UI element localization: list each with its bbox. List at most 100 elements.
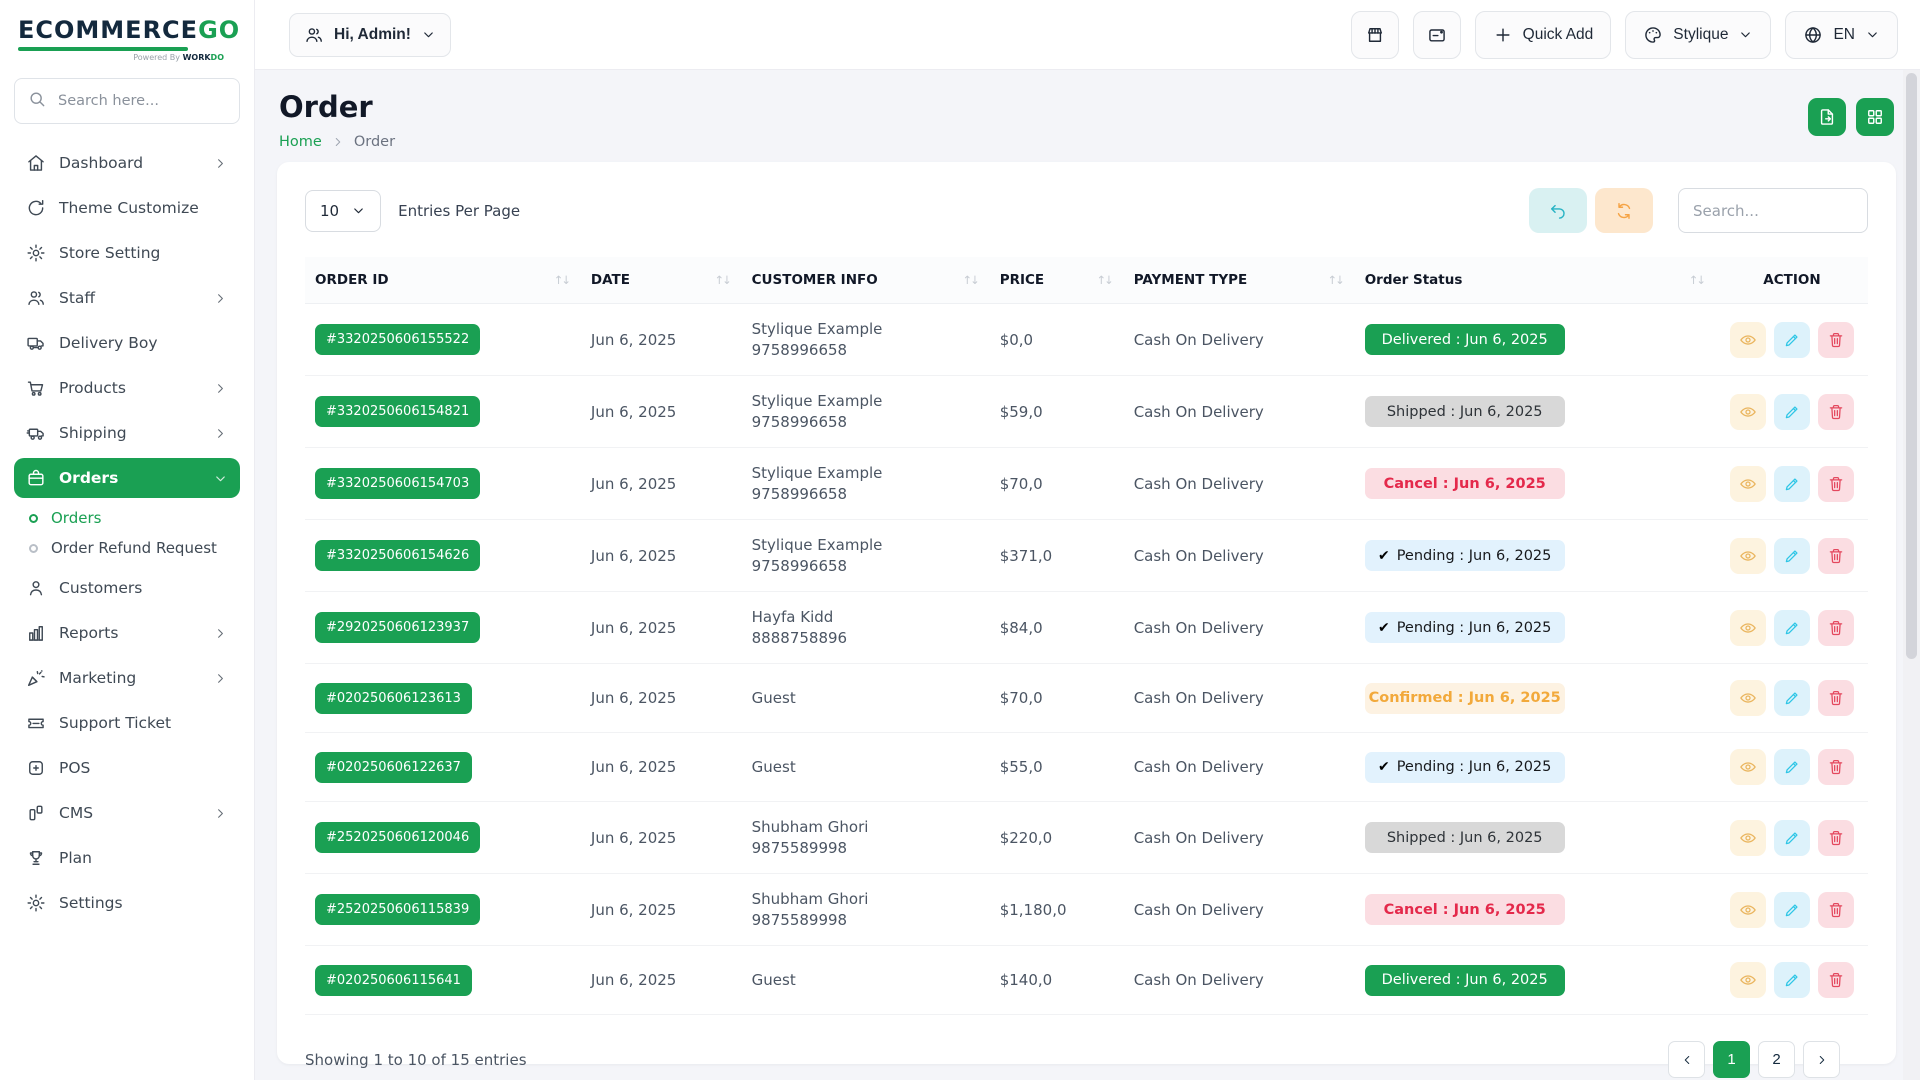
order-date: Jun 6, 2025 (581, 520, 742, 592)
sort-icon[interactable]: ↑↓ (962, 273, 979, 287)
sidebar-search-input[interactable] (56, 92, 227, 110)
page-button-1[interactable]: 1 (1713, 1041, 1750, 1078)
refresh-button[interactable] (1595, 188, 1653, 233)
entries-per-page-select[interactable]: 10 (305, 190, 381, 232)
sidebar-item-orders[interactable]: Orders (14, 458, 240, 498)
edit-button[interactable] (1774, 680, 1810, 716)
delete-button[interactable] (1818, 394, 1854, 430)
sort-icon[interactable]: ↑↓ (1689, 273, 1706, 287)
storefront-button[interactable] (1351, 11, 1399, 59)
sidebar-item-marketing[interactable]: Marketing (14, 658, 240, 698)
staff-icon (26, 288, 46, 308)
language-selector-button[interactable]: EN (1785, 11, 1898, 59)
edit-button[interactable] (1774, 892, 1810, 928)
view-button[interactable] (1730, 680, 1766, 716)
order-id-badge[interactable]: #2520250606120046 (315, 822, 480, 853)
sort-icon[interactable]: ↑↓ (554, 273, 571, 287)
brand-logo[interactable]: ECOMMERCEGO Powered By WORKDO (12, 14, 242, 62)
order-id-badge[interactable]: #3320250606154821 (315, 396, 480, 427)
storefront-icon (1365, 25, 1385, 45)
theme-selector-button[interactable]: Stylique (1625, 11, 1771, 59)
delete-button[interactable] (1818, 322, 1854, 358)
delete-button[interactable] (1818, 962, 1854, 998)
order-date: Jun 6, 2025 (581, 946, 742, 1015)
view-button[interactable] (1730, 466, 1766, 502)
sidebar-item-support-ticket[interactable]: Support Ticket (14, 703, 240, 743)
view-button[interactable] (1730, 892, 1766, 928)
order-id-badge[interactable]: #020250606123613 (315, 683, 472, 714)
view-button[interactable] (1730, 394, 1766, 430)
page-scrollbar[interactable] (1903, 70, 1920, 1080)
view-button[interactable] (1730, 322, 1766, 358)
column-header-order-status[interactable]: Order Status↑↓ (1355, 257, 1716, 304)
column-header-order-id[interactable]: ORDER ID↑↓ (305, 257, 581, 304)
edit-button[interactable] (1774, 394, 1810, 430)
view-button[interactable] (1730, 749, 1766, 785)
mail-button[interactable] (1413, 11, 1461, 59)
order-id-badge[interactable]: #020250606122637 (315, 752, 472, 783)
delete-button[interactable] (1818, 749, 1854, 785)
delete-button[interactable] (1818, 466, 1854, 502)
sidebar-item-settings[interactable]: Settings (14, 883, 240, 923)
view-button[interactable] (1730, 538, 1766, 574)
quick-add-button[interactable]: Quick Add (1475, 11, 1612, 59)
edit-button[interactable] (1774, 820, 1810, 856)
view-button[interactable] (1730, 610, 1766, 646)
admin-menu-button[interactable]: Hi, Admin! (289, 13, 451, 57)
breadcrumb-home-link[interactable]: Home (279, 134, 322, 150)
order-id-badge[interactable]: #020250606115641 (315, 965, 472, 996)
page-button-2[interactable]: 2 (1758, 1041, 1795, 1078)
prev-page-button[interactable] (1668, 1041, 1705, 1078)
brand-name: ECOMMERCEGO (18, 16, 236, 44)
sort-icon[interactable]: ↑↓ (1327, 273, 1344, 287)
edit-button[interactable] (1774, 322, 1810, 358)
delivery-truck-icon (26, 333, 46, 353)
sidebar-item-cms[interactable]: CMS (14, 793, 240, 833)
order-id-badge[interactable]: #2920250606123937 (315, 612, 480, 643)
table-search-input[interactable] (1678, 188, 1868, 233)
sidebar-item-plan[interactable]: Plan (14, 838, 240, 878)
sidebar-item-store-setting[interactable]: Store Setting (14, 233, 240, 273)
sidebar-item-theme-customize[interactable]: Theme Customize (14, 188, 240, 228)
orders-card: 10 Entries Per Page ORDER ID (277, 162, 1896, 1064)
sidebar-item-customers[interactable]: Customers (14, 568, 240, 608)
column-header-payment-type[interactable]: PAYMENT TYPE↑↓ (1124, 257, 1355, 304)
sort-icon[interactable]: ↑↓ (1096, 273, 1113, 287)
edit-button[interactable] (1774, 610, 1810, 646)
export-button[interactable] (1808, 98, 1846, 136)
column-header-customer-info[interactable]: CUSTOMER INFO↑↓ (742, 257, 990, 304)
delete-button[interactable] (1818, 538, 1854, 574)
order-id-badge[interactable]: #3320250606154626 (315, 540, 480, 571)
edit-button[interactable] (1774, 466, 1810, 502)
delete-button[interactable] (1818, 892, 1854, 928)
sidebar-item-products[interactable]: Products (14, 368, 240, 408)
sidebar-item-staff[interactable]: Staff (14, 278, 240, 318)
order-id-badge[interactable]: #2520250606115839 (315, 894, 480, 925)
delete-button[interactable] (1818, 680, 1854, 716)
next-page-button[interactable] (1803, 1041, 1840, 1078)
view-button[interactable] (1730, 820, 1766, 856)
column-header-date[interactable]: DATE↑↓ (581, 257, 742, 304)
column-header-price[interactable]: PRICE↑↓ (990, 257, 1124, 304)
sidebar-item-dashboard[interactable]: Dashboard (14, 143, 240, 183)
edit-button[interactable] (1774, 538, 1810, 574)
sidebar-search[interactable] (14, 78, 240, 124)
order-status-badge: Confirmed : Jun 6, 2025 (1365, 683, 1565, 714)
delete-button[interactable] (1818, 610, 1854, 646)
view-button[interactable] (1730, 962, 1766, 998)
edit-button[interactable] (1774, 749, 1810, 785)
sidebar-item-pos[interactable]: POS (14, 748, 240, 788)
sidebar-item-shipping[interactable]: Shipping (14, 413, 240, 453)
sidebar-subitem-orders[interactable]: Orders (12, 503, 242, 533)
sidebar-subitem-order-refund-request[interactable]: Order Refund Request (12, 533, 242, 563)
sidebar-item-delivery-boy[interactable]: Delivery Boy (14, 323, 240, 363)
sidebar-item-reports[interactable]: Reports (14, 613, 240, 653)
grid-view-button[interactable] (1856, 98, 1894, 136)
scrollbar-thumb[interactable] (1906, 73, 1917, 659)
order-id-badge[interactable]: #3320250606154703 (315, 468, 480, 499)
order-id-badge[interactable]: #3320250606155522 (315, 324, 480, 355)
delete-button[interactable] (1818, 820, 1854, 856)
sort-icon[interactable]: ↑↓ (714, 273, 731, 287)
edit-button[interactable] (1774, 962, 1810, 998)
undo-button[interactable] (1529, 188, 1587, 233)
